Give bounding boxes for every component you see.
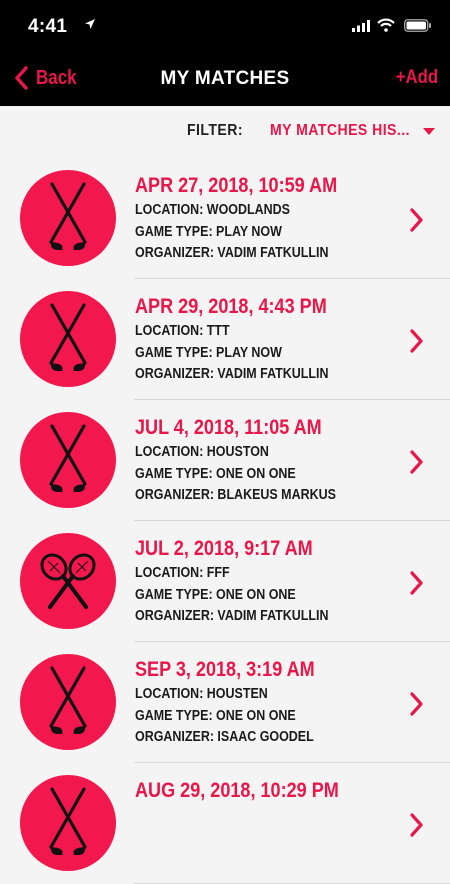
match-date: JUL 4, 2018, 11:05 AM <box>135 416 322 439</box>
battery-icon <box>404 19 431 32</box>
status-bar: 4:41 <box>0 0 450 54</box>
chevron-right-icon[interactable] <box>410 450 424 474</box>
match-organizer <box>135 848 339 870</box>
page-title: MY MATCHES <box>160 68 290 89</box>
match-location: LOCATION: TTT <box>135 323 230 339</box>
add-button[interactable]: +Add <box>396 67 438 89</box>
match-date: SEP 3, 2018, 3:19 AM <box>135 658 315 681</box>
match-game-type: GAME TYPE: ONE ON ONE <box>135 586 296 603</box>
status-time: 4:41 <box>28 16 68 37</box>
match-organizer: ORGANIZER: ISAAC GOODEL <box>135 729 314 745</box>
match-location: LOCATION: HOUSTON <box>135 444 269 460</box>
wifi-icon <box>377 18 395 32</box>
location-arrow-icon <box>85 19 95 29</box>
golf-clubs-icon <box>49 303 87 371</box>
match-game-type: GAME TYPE: ONE ON ONE <box>135 465 296 482</box>
match-game-type: GAME TYPE: ONE ON ONE <box>135 707 296 724</box>
match-date: APR 29, 2018, 4:43 PM <box>135 295 327 318</box>
match-game-type: GAME TYPE: PLAY NOW <box>135 223 282 240</box>
golf-clubs-icon <box>49 424 87 492</box>
match-row[interactable]: SEP 3, 2018, 3:19 AM LOCATION: HOUSTEN G… <box>0 642 450 763</box>
match-date: AUG 29, 2018, 10:29 PM <box>135 779 339 802</box>
chevron-right-icon[interactable] <box>410 813 424 837</box>
match-avatar <box>20 533 116 629</box>
chevron-right-icon[interactable] <box>410 571 424 595</box>
navigation-bar: Back MY MATCHES +Add <box>0 54 450 106</box>
filter-label: FILTER: <box>187 122 244 139</box>
match-location: LOCATION: WOODLANDS <box>135 202 290 218</box>
golf-clubs-icon <box>49 787 87 855</box>
match-avatar <box>20 775 116 871</box>
match-info: APR 29, 2018, 4:43 PM LOCATION: TTT GAME… <box>135 293 360 386</box>
match-organizer: ORGANIZER: VADIM FATKULLIN <box>135 366 329 382</box>
match-location: LOCATION: HOUSTEN <box>135 686 268 702</box>
match-avatar <box>20 170 116 266</box>
tennis-rackets-icon <box>40 553 96 609</box>
match-row[interactable]: JUL 2, 2018, 9:17 AM LOCATION: FFF GAME … <box>0 521 450 642</box>
match-avatar <box>20 412 116 508</box>
match-organizer: ORGANIZER: VADIM FATKULLIN <box>135 608 329 624</box>
caret-down-icon[interactable] <box>423 128 435 136</box>
match-organizer: ORGANIZER: BLAKEUS MARKUS <box>135 487 336 503</box>
match-info: SEP 3, 2018, 3:19 AM LOCATION: HOUSTEN G… <box>135 656 344 749</box>
match-list: APR 27, 2018, 10:59 AM LOCATION: WOODLAN… <box>0 158 450 884</box>
match-organizer: ORGANIZER: VADIM FATKULLIN <box>135 245 329 261</box>
match-info: APR 27, 2018, 10:59 AM LOCATION: WOODLAN… <box>135 172 370 265</box>
match-date: APR 27, 2018, 10:59 AM <box>135 174 338 197</box>
match-row[interactable]: AUG 29, 2018, 10:29 PM <box>0 763 450 884</box>
match-info: JUL 2, 2018, 9:17 AM LOCATION: FFF GAME … <box>135 535 360 628</box>
match-row[interactable]: APR 29, 2018, 4:43 PM LOCATION: TTT GAME… <box>0 279 450 400</box>
match-game-type <box>135 827 339 849</box>
chevron-right-icon[interactable] <box>410 329 424 353</box>
golf-clubs-icon <box>49 666 87 734</box>
match-location <box>135 805 339 827</box>
match-info: AUG 29, 2018, 10:29 PM <box>135 777 372 870</box>
match-row[interactable]: APR 27, 2018, 10:59 AM LOCATION: WOODLAN… <box>0 158 450 279</box>
match-location: LOCATION: FFF <box>135 565 230 581</box>
cellular-signal-icon <box>352 20 370 32</box>
match-date: JUL 2, 2018, 9:17 AM <box>135 537 313 560</box>
filter-row: FILTER: MY MATCHES HIS... <box>0 106 450 158</box>
match-avatar <box>20 291 116 387</box>
match-avatar <box>20 654 116 750</box>
match-game-type: GAME TYPE: PLAY NOW <box>135 344 282 361</box>
golf-clubs-icon <box>49 182 87 250</box>
match-row[interactable]: JUL 4, 2018, 11:05 AM LOCATION: HOUSTON … <box>0 400 450 521</box>
chevron-right-icon[interactable] <box>410 692 424 716</box>
chevron-right-icon[interactable] <box>410 208 424 232</box>
filter-dropdown[interactable]: MY MATCHES HIS... <box>270 122 410 140</box>
match-info: JUL 4, 2018, 11:05 AM LOCATION: HOUSTON … <box>135 414 369 507</box>
